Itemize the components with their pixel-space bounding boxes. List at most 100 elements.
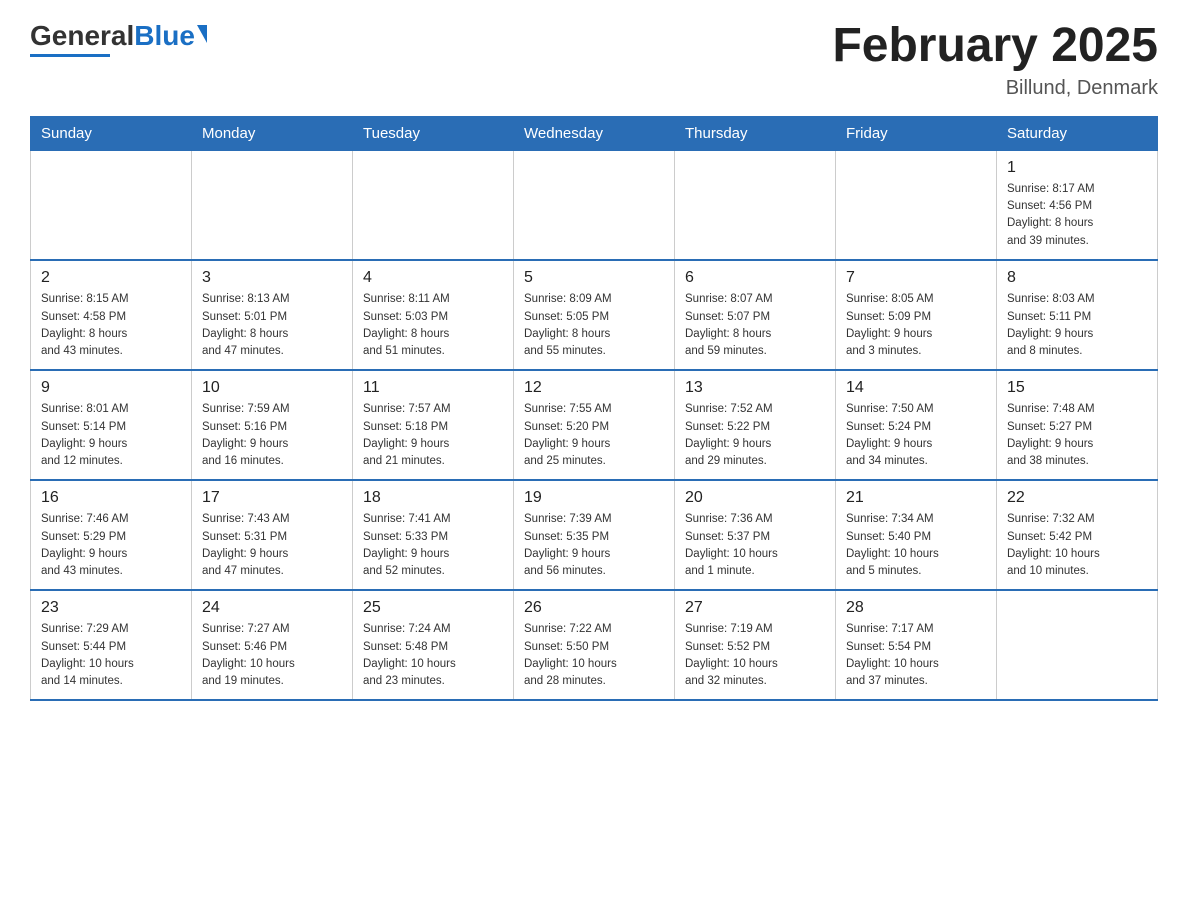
calendar-cell: 24 Sunrise: 7:27 AMSunset: 5:46 PMDayligh… [192,590,353,700]
calendar-cell: 9Sunrise: 8:01 AMSunset: 5:14 PMDaylight… [31,370,192,480]
day-info: Sunrise: 8:05 AMSunset: 5:09 PMDaylight:… [846,291,986,360]
day-number: 5 [524,269,664,287]
calendar-week-row: 9Sunrise: 8:01 AMSunset: 5:14 PMDaylight… [31,370,1158,480]
day-number: 26 [524,599,664,617]
day-number: 9 [41,379,181,397]
calendar-cell [31,150,192,260]
day-number: 21 [846,489,986,507]
calendar-cell: 23Sunrise: 7:29 AMSunset: 5:44 PMDayligh… [31,590,192,700]
calendar-cell: 2Sunrise: 8:15 AMSunset: 4:58 PMDaylight… [31,260,192,370]
logo-text: GeneralBlue [30,20,207,52]
day-info: Sunrise: 7:39 AMSunset: 5:35 PMDaylight:… [524,511,664,580]
calendar-cell: 13Sunrise: 7:52 AMSunset: 5:22 PMDayligh… [675,370,836,480]
day-number: 20 [685,489,825,507]
day-number: 25 [363,599,503,617]
calendar-cell: 11Sunrise: 7:57 AMSunset: 5:18 PMDayligh… [353,370,514,480]
logo-blue: Blue [134,20,195,52]
calendar-header-row: SundayMondayTuesdayWednesdayThursdayFrid… [31,116,1158,150]
page-header: GeneralBlue February 2025 Billund, Denma… [30,20,1158,100]
calendar-cell [514,150,675,260]
day-info: Sunrise: 7:24 AMSunset: 5:48 PMDaylight:… [363,621,503,690]
day-number: 19 [524,489,664,507]
day-number: 1 [1007,159,1147,177]
calendar-week-row: 16Sunrise: 7:46 AMSunset: 5:29 PMDayligh… [31,480,1158,590]
logo-underline [30,54,110,57]
calendar-cell: 5 Sunrise: 8:09 AMSunset: 5:05 PMDaylight… [514,260,675,370]
day-info: Sunrise: 8:09 AMSunset: 5:05 PMDaylight:… [524,291,664,360]
calendar-cell [353,150,514,260]
day-info: Sunrise: 7:55 AMSunset: 5:20 PMDaylight:… [524,401,664,470]
logo: GeneralBlue [30,20,207,57]
title-area: February 2025 Billund, Denmark [832,20,1158,100]
day-number: 4 [363,269,503,287]
day-number: 8 [1007,269,1147,287]
header-thursday: Thursday [675,116,836,150]
day-info: Sunrise: 7:43 AMSunset: 5:31 PMDaylight:… [202,511,342,580]
day-number: 24 [202,599,342,617]
calendar-cell: 19 Sunrise: 7:39 AMSunset: 5:35 PMDayligh… [514,480,675,590]
calendar-cell: 15Sunrise: 7:48 AMSunset: 5:27 PMDayligh… [997,370,1158,480]
calendar-week-row: 2Sunrise: 8:15 AMSunset: 4:58 PMDaylight… [31,260,1158,370]
calendar-cell: 20Sunrise: 7:36 AMSunset: 5:37 PMDayligh… [675,480,836,590]
day-info: Sunrise: 8:17 AMSunset: 4:56 PMDaylight:… [1007,181,1147,250]
day-info: Sunrise: 8:07 AMSunset: 5:07 PMDaylight:… [685,291,825,360]
day-info: Sunrise: 8:13 AMSunset: 5:01 PMDaylight:… [202,291,342,360]
header-friday: Friday [836,116,997,150]
calendar-week-row: 1 Sunrise: 8:17 AMSunset: 4:56 PMDaylight… [31,150,1158,260]
day-number: 10 [202,379,342,397]
day-info: Sunrise: 8:03 AMSunset: 5:11 PMDaylight:… [1007,291,1147,360]
day-number: 16 [41,489,181,507]
day-number: 22 [1007,489,1147,507]
calendar-cell: 12 Sunrise: 7:55 AMSunset: 5:20 PMDayligh… [514,370,675,480]
day-number: 17 [202,489,342,507]
day-number: 6 [685,269,825,287]
day-number: 18 [363,489,503,507]
calendar-table: SundayMondayTuesdayWednesdayThursdayFrid… [30,116,1158,702]
day-info: Sunrise: 7:48 AMSunset: 5:27 PMDaylight:… [1007,401,1147,470]
calendar-cell: 10 Sunrise: 7:59 AMSunset: 5:16 PMDayligh… [192,370,353,480]
calendar-cell [192,150,353,260]
day-info: Sunrise: 7:17 AMSunset: 5:54 PMDaylight:… [846,621,986,690]
calendar-cell: 6 Sunrise: 8:07 AMSunset: 5:07 PMDaylight… [675,260,836,370]
header-saturday: Saturday [997,116,1158,150]
day-info: Sunrise: 7:57 AMSunset: 5:18 PMDaylight:… [363,401,503,470]
calendar-cell: 7 Sunrise: 8:05 AMSunset: 5:09 PMDaylight… [836,260,997,370]
logo-triangle-icon [197,25,207,43]
header-sunday: Sunday [31,116,192,150]
calendar-cell: 16Sunrise: 7:46 AMSunset: 5:29 PMDayligh… [31,480,192,590]
day-info: Sunrise: 7:29 AMSunset: 5:44 PMDaylight:… [41,621,181,690]
day-info: Sunrise: 7:19 AMSunset: 5:52 PMDaylight:… [685,621,825,690]
day-number: 7 [846,269,986,287]
day-info: Sunrise: 7:50 AMSunset: 5:24 PMDaylight:… [846,401,986,470]
day-info: Sunrise: 7:41 AMSunset: 5:33 PMDaylight:… [363,511,503,580]
calendar-cell: 1 Sunrise: 8:17 AMSunset: 4:56 PMDaylight… [997,150,1158,260]
header-monday: Monday [192,116,353,150]
day-info: Sunrise: 8:11 AMSunset: 5:03 PMDaylight:… [363,291,503,360]
day-info: Sunrise: 7:59 AMSunset: 5:16 PMDaylight:… [202,401,342,470]
calendar-cell: 28 Sunrise: 7:17 AMSunset: 5:54 PMDayligh… [836,590,997,700]
calendar-cell [997,590,1158,700]
day-number: 28 [846,599,986,617]
day-number: 14 [846,379,986,397]
calendar-cell: 22 Sunrise: 7:32 AMSunset: 5:42 PMDayligh… [997,480,1158,590]
calendar-cell: 8 Sunrise: 8:03 AMSunset: 5:11 PMDaylight… [997,260,1158,370]
calendar-cell: 17 Sunrise: 7:43 AMSunset: 5:31 PMDayligh… [192,480,353,590]
day-info: Sunrise: 7:22 AMSunset: 5:50 PMDaylight:… [524,621,664,690]
calendar-cell: 18 Sunrise: 7:41 AMSunset: 5:33 PMDayligh… [353,480,514,590]
calendar-cell: 14 Sunrise: 7:50 AMSunset: 5:24 PMDayligh… [836,370,997,480]
day-number: 3 [202,269,342,287]
calendar-cell: 4 Sunrise: 8:11 AMSunset: 5:03 PMDaylight… [353,260,514,370]
calendar-cell: 21 Sunrise: 7:34 AMSunset: 5:40 PMDayligh… [836,480,997,590]
day-info: Sunrise: 7:27 AMSunset: 5:46 PMDaylight:… [202,621,342,690]
calendar-cell: 3 Sunrise: 8:13 AMSunset: 5:01 PMDaylight… [192,260,353,370]
calendar-cell [675,150,836,260]
logo-general: General [30,20,134,52]
day-number: 12 [524,379,664,397]
day-info: Sunrise: 7:34 AMSunset: 5:40 PMDaylight:… [846,511,986,580]
calendar-cell: 26 Sunrise: 7:22 AMSunset: 5:50 PMDayligh… [514,590,675,700]
header-wednesday: Wednesday [514,116,675,150]
day-info: Sunrise: 7:32 AMSunset: 5:42 PMDaylight:… [1007,511,1147,580]
day-info: Sunrise: 8:15 AMSunset: 4:58 PMDaylight:… [41,291,181,360]
day-info: Sunrise: 7:52 AMSunset: 5:22 PMDaylight:… [685,401,825,470]
month-title: February 2025 [832,20,1158,73]
